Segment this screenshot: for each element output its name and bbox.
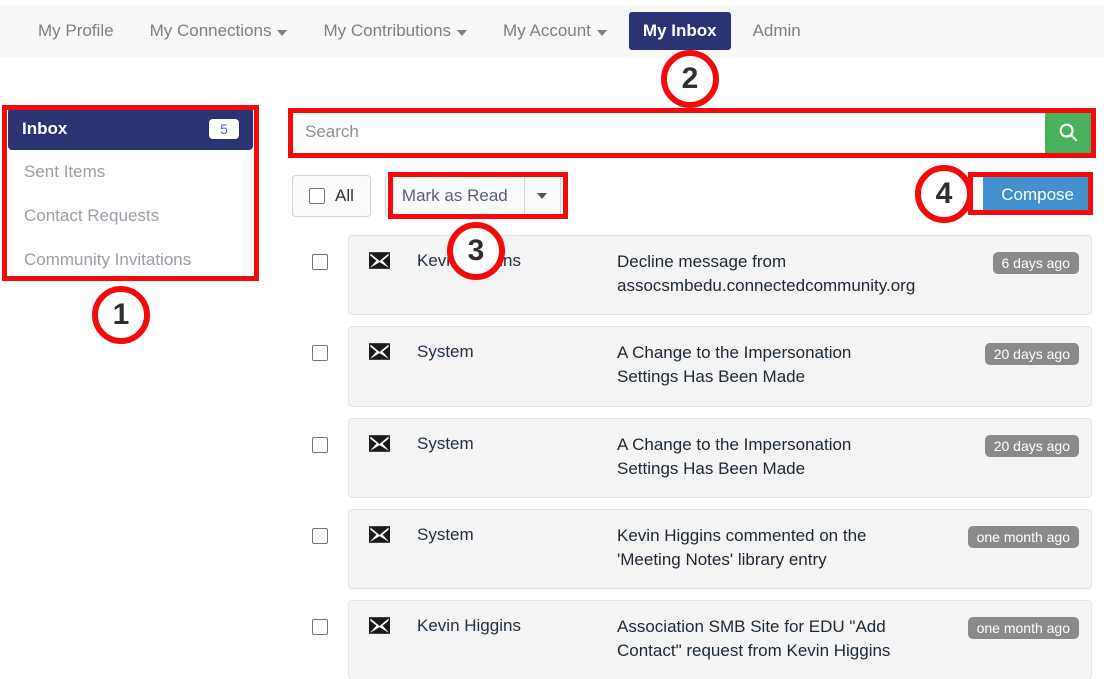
message-time-column: 20 days ago (984, 433, 1079, 457)
mark-as-read-group: Mark as Read (384, 175, 561, 217)
nav-item-label: Admin (752, 21, 801, 40)
annotation-marker-2: 2 (661, 50, 719, 108)
message-card[interactable]: System Kevin Higgins commented on the 'M… (348, 508, 1092, 589)
select-all-button[interactable]: All (292, 175, 371, 217)
nav-item-label: My Inbox (642, 21, 717, 40)
sidebar-item-label: Inbox (22, 119, 68, 138)
sidebar-item-label: Contact Requests (24, 206, 160, 225)
message-sender: Kevin Higgins (417, 251, 521, 270)
page-root: My Profile My Connections My Contributio… (0, 0, 1104, 679)
message-checkbox-wrapper (292, 326, 348, 362)
list-item: Kevin Higgins Association SMB Site for E… (292, 600, 1092, 679)
search-button[interactable] (1045, 111, 1091, 153)
message-timestamp: one month ago (967, 525, 1079, 548)
message-list: Kevin Higgins Decline message from assoc… (292, 235, 1092, 679)
message-time-column: 6 days ago (992, 250, 1079, 274)
message-icon-column (361, 250, 417, 274)
envelope-icon (369, 252, 390, 269)
message-checkbox-wrapper (292, 509, 348, 544)
list-item: System Kevin Higgins commented on the 'M… (292, 508, 1092, 589)
message-sender: System (417, 524, 474, 544)
nav-item-my-contributions[interactable]: My Contributions (309, 12, 481, 50)
list-item: System A Change to the Impersonation Set… (292, 417, 1092, 498)
envelope-icon (369, 434, 390, 452)
message-checkbox[interactable] (312, 436, 328, 453)
message-card[interactable]: System A Change to the Impersonation Set… (348, 326, 1092, 407)
message-subject: A Change to the Impersonation Settings H… (617, 434, 852, 478)
list-item: Kevin Higgins Decline message from assoc… (292, 235, 1092, 316)
message-subject: Kevin Higgins commented on the 'Meeting … (617, 525, 867, 569)
message-icon-column (361, 615, 417, 639)
status-badge: 5 (209, 119, 239, 139)
message-icon-column (361, 341, 417, 365)
chevron-down-icon (537, 193, 548, 199)
top-navigation-bar: My Profile My Connections My Contributio… (0, 5, 1104, 57)
message-checkbox-wrapper (292, 600, 348, 635)
nav-item-label: My Contributions (323, 21, 452, 40)
message-subject: Decline message from assocsmbedu.connect… (617, 252, 916, 296)
message-subject: A Change to the Impersonation Settings H… (617, 343, 852, 387)
search-icon (1059, 123, 1078, 142)
sidebar-item-inbox[interactable]: Inbox 5 (8, 108, 253, 150)
nav-item-label: My Account (503, 21, 591, 40)
message-card[interactable]: Kevin Higgins Decline message from assoc… (348, 235, 1092, 316)
inbox-sidebar: Inbox 5 Sent Items Contact Requests Comm… (8, 108, 253, 282)
select-all-checkbox[interactable] (309, 188, 325, 204)
message-icon-column (361, 524, 417, 548)
message-checkbox[interactable] (312, 527, 328, 544)
sidebar-item-sent-items[interactable]: Sent Items (8, 150, 253, 194)
nav-item-label: My Profile (38, 21, 114, 40)
message-checkbox-wrapper (292, 418, 348, 453)
mark-as-read-button[interactable]: Mark as Read (384, 175, 525, 217)
sidebar-item-contact-requests[interactable]: Contact Requests (8, 194, 253, 238)
sidebar-item-label: Sent Items (24, 162, 106, 181)
mark-as-read-dropdown-toggle[interactable] (524, 175, 561, 217)
sidebar-item-community-invitations[interactable]: Community Invitations (8, 238, 253, 282)
message-timestamp: 6 days ago (992, 252, 1079, 274)
message-checkbox[interactable] (312, 254, 328, 270)
list-item: System A Change to the Impersonation Set… (292, 326, 1092, 407)
message-subject: Association SMB Site for EDU "Add Contac… (617, 617, 891, 661)
message-timestamp: 20 days ago (984, 434, 1079, 457)
nav-item-my-connections[interactable]: My Connections (136, 12, 302, 50)
search-bar (292, 110, 1092, 154)
message-sender: System (417, 433, 474, 453)
select-all-label: All (335, 186, 354, 205)
message-card[interactable]: Kevin Higgins Association SMB Site for E… (348, 600, 1092, 679)
nav-item-my-profile[interactable]: My Profile (24, 12, 128, 50)
message-time-column: one month ago (967, 615, 1079, 639)
inbox-main-panel: All Mark as Read Compose (292, 110, 1092, 679)
sidebar-item-label: Community Invitations (24, 250, 192, 269)
message-checkbox[interactable] (312, 619, 328, 635)
annotation-marker-1: 1 (92, 286, 150, 344)
message-time-column: 20 days ago (984, 341, 1079, 366)
nav-item-admin[interactable]: Admin (739, 12, 815, 50)
chevron-down-icon (277, 30, 288, 36)
message-card[interactable]: System A Change to the Impersonation Set… (348, 417, 1092, 498)
chevron-down-icon (457, 30, 468, 36)
compose-button[interactable]: Compose (983, 175, 1092, 215)
envelope-icon (369, 617, 390, 634)
chevron-down-icon (596, 30, 607, 36)
message-timestamp: one month ago (967, 617, 1079, 639)
envelope-icon (369, 525, 390, 543)
nav-item-my-account[interactable]: My Account (489, 12, 621, 50)
message-checkbox[interactable] (312, 345, 328, 362)
message-sender: Kevin Higgins (417, 616, 521, 635)
message-sender: System (417, 342, 474, 362)
inbox-toolbar: All Mark as Read Compose (292, 175, 1092, 217)
search-input[interactable] (293, 111, 1045, 153)
nav-item-label: My Connections (149, 21, 272, 40)
message-checkbox-wrapper (292, 235, 348, 270)
message-icon-column (361, 433, 417, 457)
message-timestamp: 20 days ago (984, 343, 1079, 366)
nav-item-my-inbox[interactable]: My Inbox (628, 12, 731, 50)
envelope-icon (369, 343, 390, 361)
message-time-column: one month ago (967, 524, 1079, 548)
